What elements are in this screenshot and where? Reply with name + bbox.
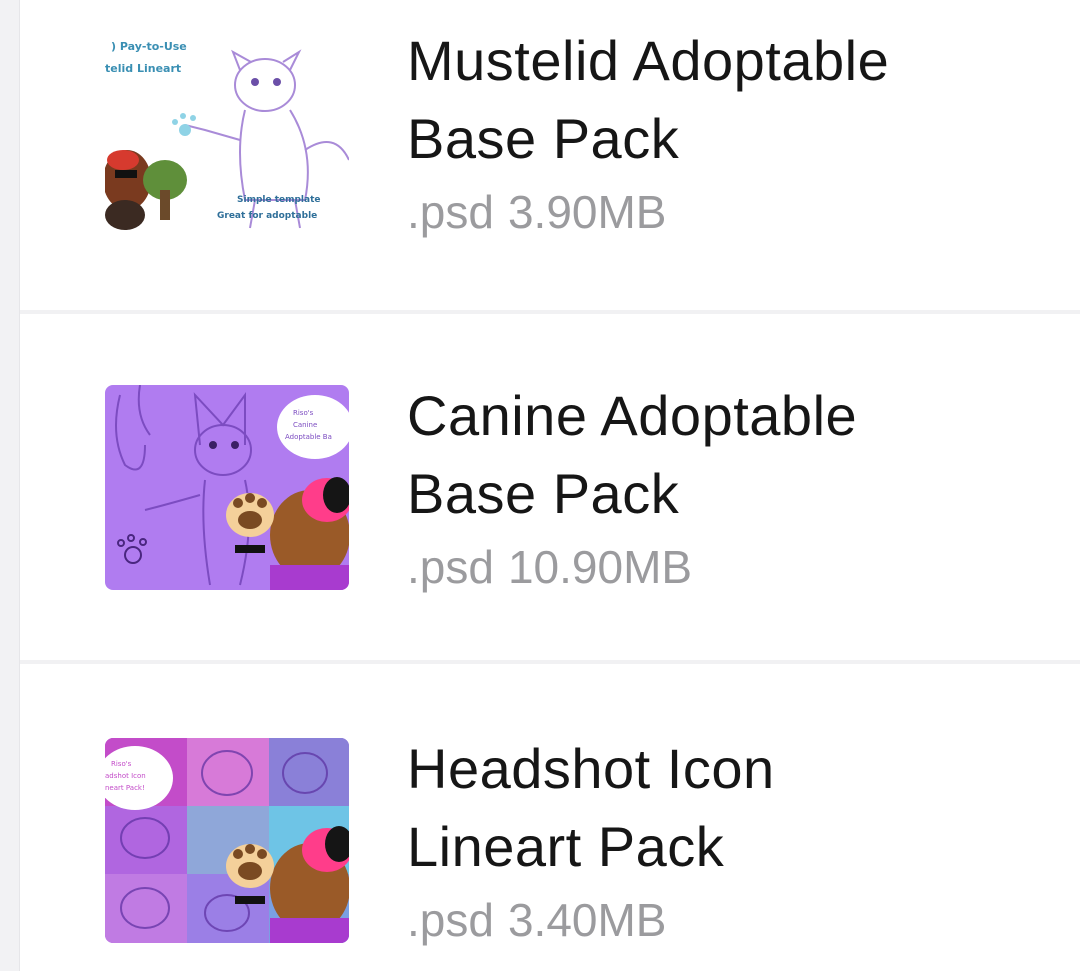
list-divider [20, 660, 1080, 664]
file-list: ) Pay-to-Use telid Lineart Simple templa… [20, 0, 1080, 971]
file-item-headshot[interactable]: Riso's adshot Icon neart Pack! Headshot … [20, 664, 1080, 971]
left-gutter [0, 0, 20, 971]
file-title: Mustelid Adoptable Base Pack [407, 22, 1047, 178]
file-title-line2: Base Pack [407, 462, 680, 525]
file-title-line2: Lineart Pack [407, 815, 725, 878]
file-meta: .psd 3.40MB [407, 892, 666, 948]
svg-text:adshot Icon: adshot Icon [105, 772, 146, 780]
svg-text:Riso's: Riso's [111, 760, 132, 768]
canine-lineart-thumbnail-icon: Riso's Canine Adoptable Ba [105, 385, 349, 590]
file-thumbnail: Riso's Canine Adoptable Ba [105, 385, 349, 590]
list-divider [20, 310, 1080, 314]
file-title-line1: Mustelid Adoptable [407, 29, 890, 92]
file-meta: .psd 10.90MB [407, 539, 692, 595]
svg-text:neart Pack!: neart Pack! [105, 784, 145, 792]
headshot-icon-thumbnail-icon: Riso's adshot Icon neart Pack! [105, 738, 349, 943]
file-size: 10.90MB [507, 541, 693, 593]
file-title: Canine Adoptable Base Pack [407, 377, 1047, 533]
file-item-canine[interactable]: Riso's Canine Adoptable Ba Canine Adopta… [20, 314, 1080, 662]
file-title: Headshot Icon Lineart Pack [407, 730, 1047, 886]
file-size: 3.90MB [507, 186, 667, 238]
svg-text:Simple template: Simple template [237, 195, 321, 205]
svg-text:telid Lineart: telid Lineart [105, 62, 181, 75]
file-list-page: ) Pay-to-Use telid Lineart Simple templa… [0, 0, 1080, 971]
svg-text:Great for adoptable: Great for adoptable [217, 211, 317, 221]
file-title-line1: Headshot Icon [407, 737, 775, 800]
file-extension: .psd [407, 186, 494, 238]
file-extension: .psd [407, 541, 494, 593]
file-extension: .psd [407, 894, 494, 946]
file-thumbnail: ) Pay-to-Use telid Lineart Simple templa… [105, 30, 349, 235]
file-title-line2: Base Pack [407, 107, 680, 170]
svg-text:Adoptable Ba: Adoptable Ba [285, 433, 332, 441]
svg-text:Canine: Canine [293, 421, 317, 429]
mustelid-lineart-thumbnail-icon: ) Pay-to-Use telid Lineart Simple templa… [105, 30, 349, 235]
svg-text:) Pay-to-Use: ) Pay-to-Use [111, 40, 187, 53]
file-meta: .psd 3.90MB [407, 184, 666, 240]
file-item-mustelid[interactable]: ) Pay-to-Use telid Lineart Simple templa… [20, 0, 1080, 312]
svg-text:Riso's: Riso's [293, 409, 314, 417]
file-size: 3.40MB [507, 894, 667, 946]
file-title-line1: Canine Adoptable [407, 384, 858, 447]
file-thumbnail: Riso's adshot Icon neart Pack! [105, 738, 349, 943]
